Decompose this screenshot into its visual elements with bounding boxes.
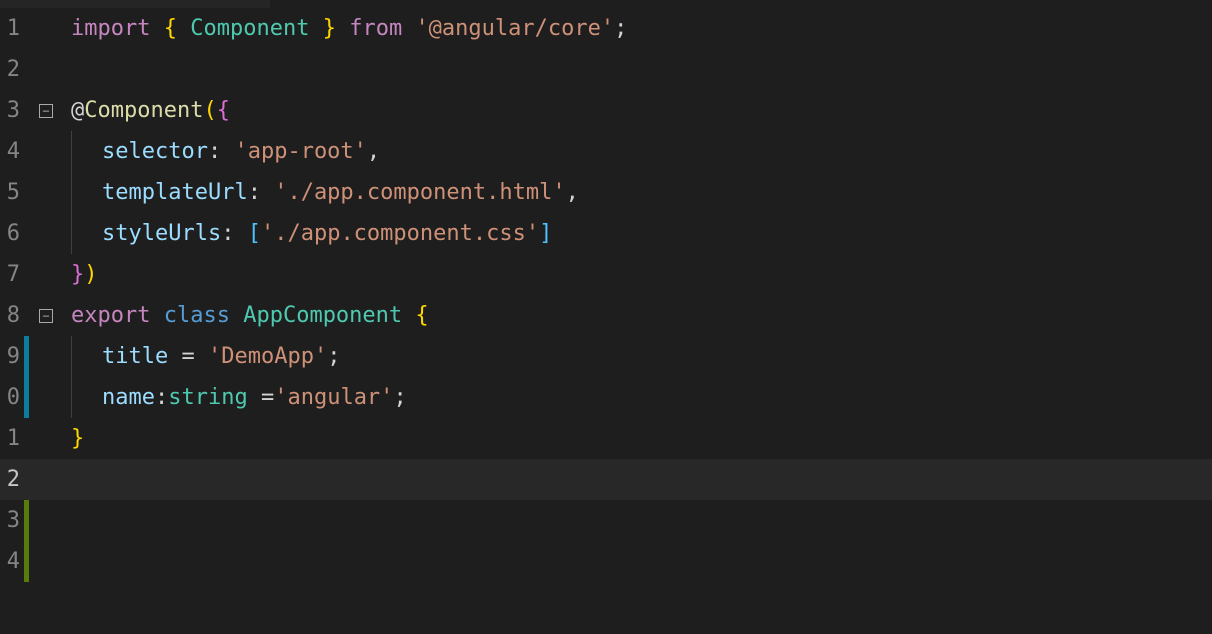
token: { — [415, 295, 428, 336]
line-number: 1 — [0, 8, 22, 49]
code-line[interactable]: 2 — [0, 49, 1212, 90]
line-number: 5 — [0, 172, 22, 213]
token: : — [248, 172, 261, 213]
line-number: 4 — [0, 131, 22, 172]
token: : — [221, 213, 234, 254]
token — [150, 295, 163, 336]
token: import — [71, 8, 150, 49]
token: class — [164, 295, 230, 336]
code-line[interactable]: 4 — [0, 541, 1212, 582]
code-line[interactable]: 1 } — [0, 418, 1212, 459]
token: 'app-root' — [234, 131, 366, 172]
token — [402, 8, 415, 49]
token: = — [181, 336, 194, 377]
token: } — [71, 254, 84, 295]
token: title — [102, 336, 168, 377]
token: './app.component.html' — [274, 172, 565, 213]
token: './app.component.css' — [261, 213, 539, 254]
line-number: 0 — [0, 377, 22, 418]
token: { — [217, 90, 230, 131]
token — [168, 336, 181, 377]
token: templateUrl — [102, 172, 248, 213]
line-number: 4 — [0, 541, 22, 582]
token: : — [208, 131, 221, 172]
token: ) — [84, 254, 97, 295]
code-line-current[interactable]: 2 — [0, 459, 1212, 500]
token: Component — [84, 90, 203, 131]
line-number: 1 — [0, 418, 22, 459]
token: : — [155, 377, 168, 418]
code-line[interactable]: 6 styleUrls: ['./app.component.css'] — [0, 213, 1212, 254]
code-line[interactable]: 8 − export class AppComponent { — [0, 295, 1212, 336]
token — [177, 8, 190, 49]
token: ( — [203, 90, 216, 131]
code-editor[interactable]: 1 import { Component } from '@angular/co… — [0, 8, 1212, 634]
token: string — [168, 377, 247, 418]
token — [402, 295, 415, 336]
token: '@angular/core' — [415, 8, 614, 49]
token — [261, 172, 274, 213]
token: 'angular' — [274, 377, 393, 418]
token: = — [261, 377, 274, 418]
line-number: 7 — [0, 254, 22, 295]
line-number: 6 — [0, 213, 22, 254]
token: name — [102, 377, 155, 418]
code-line[interactable]: 5 templateUrl: './app.component.html', — [0, 172, 1212, 213]
token — [309, 8, 322, 49]
token: [ — [248, 213, 261, 254]
token — [336, 8, 349, 49]
token — [150, 8, 163, 49]
line-number: 8 — [0, 295, 22, 336]
token: from — [349, 8, 402, 49]
fold-collapse-icon[interactable]: − — [39, 104, 53, 118]
token — [230, 295, 243, 336]
token: @ — [71, 90, 84, 131]
token: AppComponent — [243, 295, 402, 336]
token — [234, 213, 247, 254]
code-line[interactable]: 4 selector: 'app-root', — [0, 131, 1212, 172]
line-number: 2 — [0, 459, 22, 500]
token: ; — [393, 377, 406, 418]
token: { — [164, 8, 177, 49]
token — [248, 377, 261, 418]
token: } — [71, 418, 84, 459]
code-line[interactable]: 3 — [0, 500, 1212, 541]
line-number: 9 — [0, 336, 22, 377]
code-line[interactable]: 3 − @Component({ — [0, 90, 1212, 131]
code-line[interactable]: 0 name:string ='angular'; — [0, 377, 1212, 418]
token — [195, 336, 208, 377]
fold-collapse-icon[interactable]: − — [39, 309, 53, 323]
token: , — [566, 172, 579, 213]
token: Component — [190, 8, 309, 49]
token: ; — [614, 8, 627, 49]
code-line[interactable]: 1 import { Component } from '@angular/co… — [0, 8, 1212, 49]
token: ; — [327, 336, 340, 377]
token — [221, 131, 234, 172]
code-line[interactable]: 9 title = 'DemoApp'; — [0, 336, 1212, 377]
token: ] — [539, 213, 552, 254]
token: 'DemoApp' — [208, 336, 327, 377]
token: export — [71, 295, 150, 336]
token: } — [323, 8, 336, 49]
line-number: 3 — [0, 500, 22, 541]
line-number: 2 — [0, 49, 22, 90]
token: styleUrls — [102, 213, 221, 254]
line-number: 3 — [0, 90, 22, 131]
token: , — [367, 131, 380, 172]
code-line[interactable]: 7 }) — [0, 254, 1212, 295]
token: selector — [102, 131, 208, 172]
